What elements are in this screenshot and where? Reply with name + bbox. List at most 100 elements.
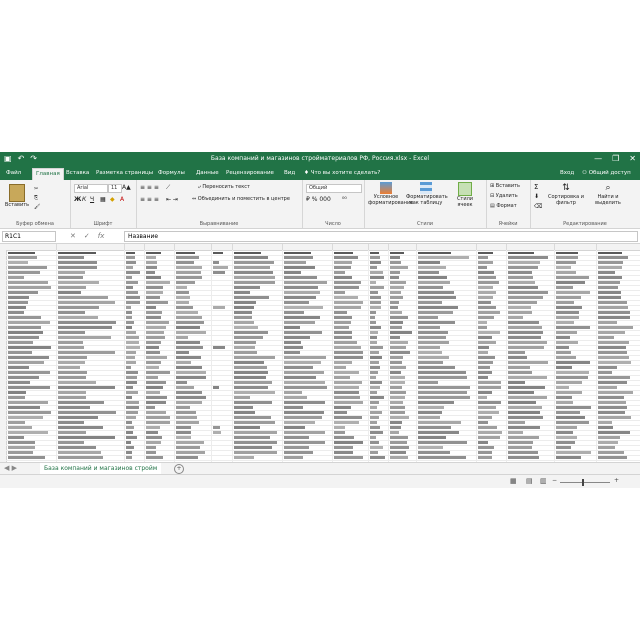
table-cell[interactable] xyxy=(418,401,454,404)
table-cell[interactable] xyxy=(508,266,538,269)
table-cell[interactable] xyxy=(556,266,571,269)
restore-button[interactable]: ❐ xyxy=(612,154,619,164)
table-cell[interactable] xyxy=(598,346,626,349)
table-cell[interactable] xyxy=(598,341,629,344)
fill-color-icon[interactable]: ◆ xyxy=(110,196,115,203)
table-cell[interactable] xyxy=(146,281,170,284)
table-cell[interactable] xyxy=(418,441,467,444)
table-cell[interactable] xyxy=(478,291,496,294)
tab-review[interactable]: Рецензирование xyxy=(226,169,274,177)
table-cell[interactable] xyxy=(284,426,305,429)
table-cell[interactable] xyxy=(126,281,138,284)
table-cell[interactable] xyxy=(146,351,160,354)
table-cell[interactable] xyxy=(126,316,132,319)
table-cell[interactable] xyxy=(478,321,487,324)
table-cell[interactable] xyxy=(8,331,43,334)
table-cell[interactable] xyxy=(370,421,377,424)
table-cell[interactable] xyxy=(556,396,572,399)
table-cell[interactable] xyxy=(334,421,359,424)
table-cell[interactable] xyxy=(370,361,379,364)
table-cell[interactable] xyxy=(284,386,327,389)
table-cell[interactable] xyxy=(508,446,532,449)
table-cell[interactable] xyxy=(176,431,191,434)
table-cell[interactable] xyxy=(176,321,204,324)
table-cell[interactable] xyxy=(390,291,401,294)
table-cell[interactable] xyxy=(8,391,26,394)
merge-button[interactable]: ⇔ Объединить и поместить в центре xyxy=(192,196,290,202)
table-cell[interactable] xyxy=(284,441,325,444)
table-cell[interactable] xyxy=(126,421,132,424)
table-cell[interactable] xyxy=(478,311,500,314)
table-cell[interactable] xyxy=(8,306,26,309)
table-cell[interactable] xyxy=(478,396,487,399)
table-cell[interactable] xyxy=(556,356,576,359)
table-cell[interactable] xyxy=(478,371,492,374)
table-cell[interactable] xyxy=(176,266,202,269)
share-button[interactable]: ⚇ Общий доступ xyxy=(582,169,631,177)
table-cell[interactable] xyxy=(598,456,627,459)
table-cell[interactable] xyxy=(334,446,353,449)
table-cell[interactable] xyxy=(508,301,537,304)
table-cell[interactable] xyxy=(334,451,353,454)
table-cell[interactable] xyxy=(556,411,580,414)
table-cell[interactable] xyxy=(508,351,525,354)
table-cell[interactable] xyxy=(478,286,493,289)
table-cell[interactable] xyxy=(370,376,376,379)
table-cell[interactable] xyxy=(126,286,133,289)
table-cell[interactable] xyxy=(284,311,304,314)
table-cell[interactable] xyxy=(176,411,196,414)
table-cell[interactable] xyxy=(418,281,450,284)
table-cell[interactable] xyxy=(58,301,115,304)
table-cell[interactable] xyxy=(390,336,400,339)
table-cell[interactable] xyxy=(390,256,400,259)
table-cell[interactable] xyxy=(598,421,612,424)
table-cell[interactable] xyxy=(508,426,540,429)
table-cell[interactable] xyxy=(146,456,163,459)
table-cell[interactable] xyxy=(598,406,627,409)
table-cell[interactable] xyxy=(370,261,381,264)
table-cell[interactable] xyxy=(598,291,621,294)
table-cell[interactable] xyxy=(598,391,633,394)
table-cell[interactable] xyxy=(334,311,347,314)
table-cell[interactable] xyxy=(58,291,81,294)
table-cell[interactable] xyxy=(390,361,402,364)
table-cell[interactable] xyxy=(126,331,136,334)
table-cell[interactable] xyxy=(478,341,496,344)
table-cell[interactable] xyxy=(478,252,493,254)
table-cell[interactable] xyxy=(508,356,527,359)
table-cell[interactable] xyxy=(176,341,200,344)
table-cell[interactable] xyxy=(334,291,345,294)
table-cell[interactable] xyxy=(390,416,409,419)
table-cell[interactable] xyxy=(334,381,362,384)
table-cell[interactable] xyxy=(8,431,48,434)
table-cell[interactable] xyxy=(146,371,170,374)
table-cell[interactable] xyxy=(284,421,315,424)
table-cell[interactable] xyxy=(370,391,377,394)
table-cell[interactable] xyxy=(478,331,500,334)
table-cell[interactable] xyxy=(284,331,322,334)
table-cell[interactable] xyxy=(598,351,627,354)
table-cell[interactable] xyxy=(390,441,407,444)
table-cell[interactable] xyxy=(126,436,137,439)
table-cell[interactable] xyxy=(478,406,496,409)
table-cell[interactable] xyxy=(176,291,189,294)
table-cell[interactable] xyxy=(126,451,132,454)
table-cell[interactable] xyxy=(58,441,84,444)
table-cell[interactable] xyxy=(478,301,491,304)
table-cell[interactable] xyxy=(284,286,318,289)
table-cell[interactable] xyxy=(58,371,87,374)
table-cell[interactable] xyxy=(8,401,48,404)
table-cell[interactable] xyxy=(334,286,359,289)
table-cell[interactable] xyxy=(146,381,166,384)
table-cell[interactable] xyxy=(370,386,380,389)
table-cell[interactable] xyxy=(234,381,272,384)
table-cell[interactable] xyxy=(176,326,200,329)
table-cell[interactable] xyxy=(418,291,454,294)
orientation-icon[interactable]: ⟋ xyxy=(166,184,170,192)
table-cell[interactable] xyxy=(126,351,136,354)
sheet-nav-icon[interactable]: ◀ ▶ xyxy=(4,464,17,472)
table-cell[interactable] xyxy=(284,291,320,294)
table-cell[interactable] xyxy=(146,376,158,379)
table-cell[interactable] xyxy=(213,346,225,349)
table-cell[interactable] xyxy=(234,331,268,334)
